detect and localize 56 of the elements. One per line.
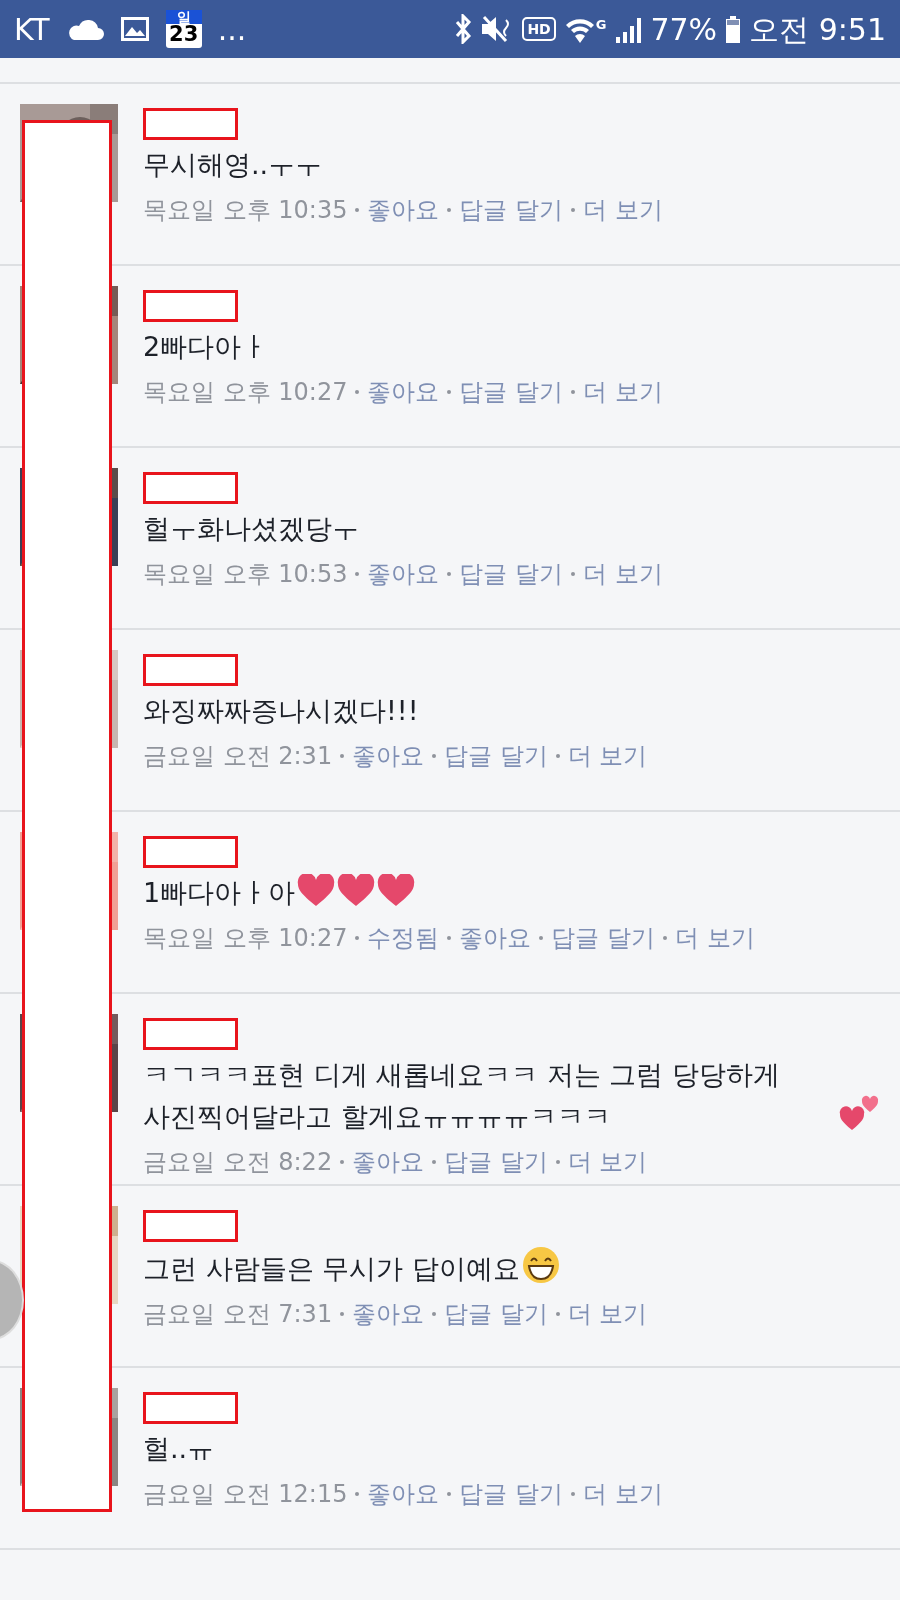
comment-text: 2빠다아ㅏ	[143, 330, 270, 364]
action-link[interactable]: 답글 달기	[551, 916, 656, 960]
action-link[interactable]: 더 보기	[583, 188, 663, 232]
calendar-icon: 일 23	[165, 10, 202, 48]
action-link[interactable]: 더 보기	[675, 916, 755, 960]
clock-label: 오전 9:51	[749, 10, 886, 49]
action-link[interactable]: 더 보기	[583, 370, 663, 414]
heart-icon	[337, 874, 376, 908]
timestamp: 목요일 오후 10:35	[143, 195, 348, 226]
network-label: G	[595, 16, 607, 34]
action-link[interactable]: 좋아요	[352, 734, 425, 778]
comment-text: 그런 사람들은 무시가 답이예요	[143, 1252, 520, 1286]
timestamp: 목요일 오후 10:27	[143, 923, 348, 954]
grinning-face-icon	[521, 1246, 560, 1284]
battery-label: 77%	[650, 10, 718, 49]
timestamp: 금요일 오전 7:31	[143, 1299, 333, 1330]
action-link[interactable]: 답글 달기	[444, 1292, 548, 1336]
timestamp: 금요일 오전 2:31	[143, 741, 333, 772]
action-link[interactable]: 답글 달기	[459, 370, 564, 414]
action-link[interactable]: 답글 달기	[459, 552, 564, 596]
action-link[interactable]: 더 보기	[567, 1292, 648, 1336]
signal-icon	[614, 15, 643, 43]
timestamp: 금요일 오전 8:22	[143, 1147, 333, 1178]
comment-text: ㅋㄱㅋㅋ표현 디게 새롭네요ㅋㅋ 저는 그럼 당당하게 사진찍어달라고 할게요ㅠㅠㅠㅠㅋㅋㅋ	[143, 1058, 781, 1134]
action-link[interactable]: 더 보기	[567, 1140, 648, 1184]
comment-text: 헐..ㅠ	[143, 1432, 216, 1466]
timestamp: 목요일 오후 10:53	[143, 559, 348, 590]
action-link[interactable]: 답글 달기	[444, 734, 548, 778]
action-link[interactable]: 좋아요	[367, 370, 440, 414]
comment-text: 무시해영..ㅜㅜ	[143, 148, 324, 182]
action-link[interactable]: 답글 달기	[444, 1140, 548, 1184]
action-link[interactable]: 더 보기	[583, 1472, 663, 1516]
action-link[interactable]: 답글 달기	[459, 188, 564, 232]
action-link[interactable]: 더 보기	[583, 552, 663, 596]
hd-icon: HD	[522, 17, 556, 41]
more-label: ...	[217, 10, 247, 49]
action-link[interactable]: 좋아요	[367, 188, 440, 232]
timestamp: 금요일 오전 12:15	[143, 1479, 348, 1510]
carrier-label: KT	[14, 10, 50, 49]
action-link[interactable]: 수정됨	[367, 916, 440, 960]
action-link[interactable]: 답글 달기	[459, 1472, 564, 1516]
image-icon	[119, 16, 150, 42]
action-link[interactable]: 좋아요	[352, 1292, 425, 1336]
action-link[interactable]: 좋아요	[367, 552, 440, 596]
bluetooth-icon	[454, 14, 473, 44]
heart-icon	[297, 874, 336, 908]
comment-text: 헐ㅜ화나셨겠당ㅜ	[143, 512, 360, 546]
timestamp: 목요일 오후 10:27	[143, 377, 348, 408]
comment-text: 와징짜짜증나시겠다!!!	[143, 694, 420, 728]
action-link[interactable]: 더 보기	[567, 734, 648, 778]
comment-text: 1빠다아ㅏ아	[143, 876, 296, 910]
heart-icon	[377, 874, 416, 908]
action-link[interactable]: 좋아요	[352, 1140, 425, 1184]
action-link[interactable]: 좋아요	[367, 1472, 440, 1516]
action-link[interactable]: 좋아요	[459, 916, 532, 960]
battery-icon	[725, 15, 742, 43]
